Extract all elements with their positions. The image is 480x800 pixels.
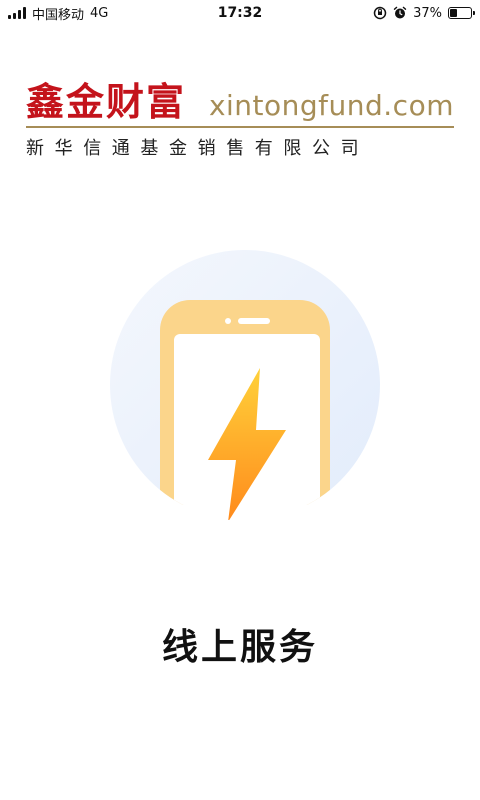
brand-logo-text: 鑫金财富 (26, 79, 187, 124)
logo-row: 鑫金财富 xintongfund.com (26, 80, 454, 124)
phone-camera (225, 318, 231, 324)
network-label: 4G (90, 5, 109, 21)
carrier-label: 中国移动 (32, 7, 85, 23)
illustration-base (150, 505, 350, 520)
status-bar: 中国移动 4G 17:32 37% (0, 0, 480, 26)
battery-icon (448, 7, 475, 19)
battery-level-fill (450, 9, 458, 17)
signal-icon (8, 7, 26, 19)
alarm-icon (393, 6, 407, 19)
brand-domain: xintongfund.com (208, 89, 454, 122)
phone-lightning-icon (110, 250, 380, 520)
orientation-lock-icon (373, 6, 387, 20)
phone-speaker (238, 318, 270, 324)
battery-percent: 37% (413, 5, 442, 21)
status-bar-left: 中国移动 4G (8, 4, 108, 23)
status-bar-right: 37% (373, 5, 475, 21)
page-title: 线上服务 (161, 627, 318, 668)
brand-header: 鑫金财富 xintongfund.com 新华信通基金销售有限公司 (26, 80, 454, 160)
company-name: 新华信通基金销售有限公司 (26, 138, 370, 159)
